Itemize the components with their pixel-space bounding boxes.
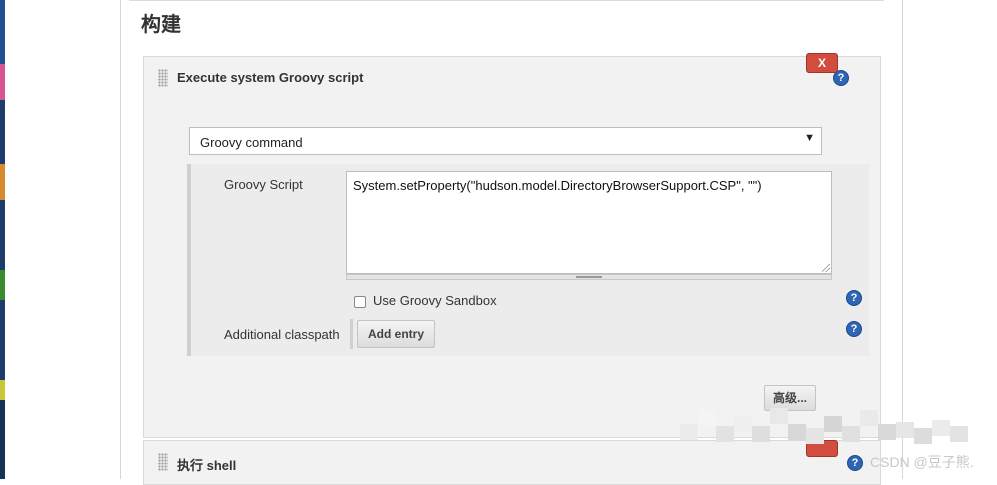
drag-handle-icon[interactable] bbox=[158, 69, 168, 87]
resize-grip-icon[interactable] bbox=[822, 264, 830, 272]
blurred-region bbox=[680, 402, 975, 448]
select-value: Groovy command bbox=[200, 135, 303, 150]
groovy-sandbox-checkbox[interactable] bbox=[354, 296, 366, 308]
groovy-script-label: Groovy Script bbox=[224, 177, 303, 192]
csdn-watermark: CSDN @豆子熊. bbox=[870, 454, 974, 470]
drag-handle-icon[interactable] bbox=[158, 453, 168, 471]
groovy-sandbox-label: Use Groovy Sandbox bbox=[373, 293, 497, 308]
section-title-build: 构建 bbox=[141, 14, 181, 36]
classpath-list-bar bbox=[350, 319, 353, 349]
groovy-script-value: System.setProperty("hudson.model.Directo… bbox=[353, 178, 762, 193]
textarea-resize-bar[interactable] bbox=[346, 274, 832, 280]
help-icon[interactable]: ? bbox=[846, 290, 862, 306]
add-entry-button[interactable]: Add entry bbox=[357, 320, 436, 348]
chevron-down-icon: ▼ bbox=[804, 132, 815, 144]
groovy-command-panel: Groovy Script System.setProperty("hudson… bbox=[187, 164, 869, 356]
groovy-script-textarea[interactable]: System.setProperty("hudson.model.Directo… bbox=[346, 171, 832, 274]
help-icon[interactable]: ? bbox=[833, 70, 849, 86]
section-top-divider bbox=[129, 0, 884, 1]
build-step-groovy: Execute system Groovy script X ? Groovy … bbox=[143, 53, 881, 438]
delete-step-button[interactable]: X bbox=[806, 53, 838, 73]
build-step-title: Execute system Groovy script bbox=[177, 70, 364, 85]
left-edge-strip bbox=[0, 0, 5, 479]
build-step-title: 执行 shell bbox=[177, 458, 237, 473]
help-icon[interactable]: ? bbox=[846, 321, 862, 337]
groovy-source-select[interactable]: Groovy command ▼ bbox=[189, 127, 822, 155]
help-icon[interactable]: ? bbox=[847, 455, 863, 471]
additional-classpath-label: Additional classpath bbox=[224, 327, 340, 342]
